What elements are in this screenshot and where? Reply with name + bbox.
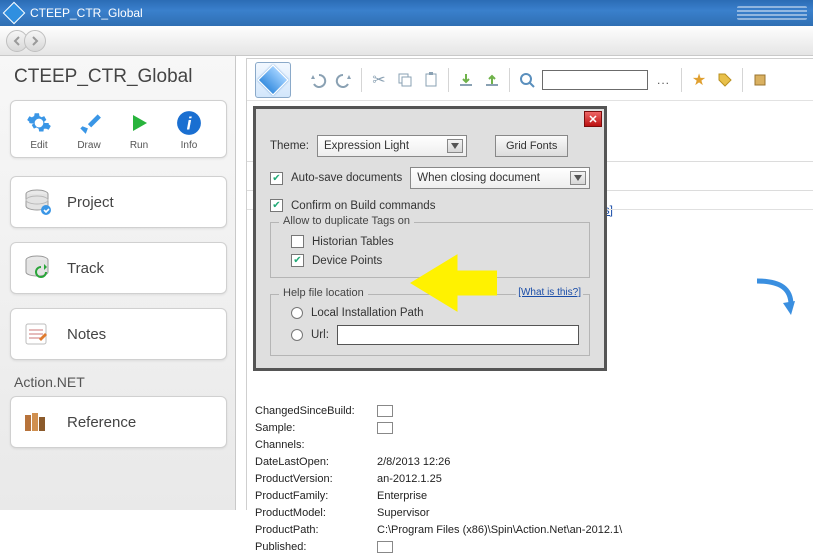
historian-tables-label: Historian Tables <box>312 236 394 248</box>
notes-icon <box>21 319 53 349</box>
mode-run[interactable]: Run <box>117 109 161 151</box>
prop-key: DateLastOpen: <box>255 456 377 472</box>
theme-select[interactable]: Expression Light <box>317 135 467 157</box>
help-url-radio[interactable] <box>291 329 303 341</box>
theme-value: Expression Light <box>324 140 409 152</box>
books-icon <box>21 407 53 437</box>
confirm-build-checkbox[interactable] <box>270 199 283 212</box>
sidebar-item-reference[interactable]: Reference <box>10 396 227 448</box>
play-icon <box>125 109 153 137</box>
mode-label: Run <box>130 140 148 151</box>
chevron-down-icon <box>447 139 463 153</box>
mode-icon-group: Edit Draw Run i Info <box>10 100 227 158</box>
window-titlebar: CTEEP_CTR_Global <box>0 0 813 26</box>
copy-button[interactable] <box>394 69 416 91</box>
wizard-arrow-icon <box>751 277 795 319</box>
diamond-icon <box>257 64 288 95</box>
prop-value: 2/8/2013 12:26 <box>377 456 450 472</box>
brush-icon <box>75 109 103 137</box>
grid-fonts-button[interactable]: Grid Fonts <box>495 135 568 157</box>
tag-button[interactable] <box>714 69 736 91</box>
mode-draw[interactable]: Draw <box>67 109 111 151</box>
search-more-button[interactable]: ... <box>652 70 675 90</box>
close-button[interactable]: ✕ <box>584 111 602 127</box>
product-properties: ChangedSinceBuild: Sample: Channels: Dat… <box>255 405 809 558</box>
redo-button[interactable] <box>333 69 355 91</box>
chevron-down-icon <box>570 171 586 185</box>
search-input[interactable] <box>542 70 648 90</box>
prop-value: Supervisor <box>377 507 430 523</box>
prop-key: ProductModel: <box>255 507 377 523</box>
app-logo-icon <box>3 2 26 25</box>
main-area: CTEEP_CTR_Global Edit Draw Run <box>0 56 813 510</box>
export-button[interactable] <box>481 69 503 91</box>
autosave-label: Auto-save documents <box>291 172 402 184</box>
project-title: CTEEP_CTR_Global <box>14 66 227 88</box>
help-url-label: Url: <box>311 329 329 341</box>
sidebar-item-label: Notes <box>67 326 106 343</box>
mode-info[interactable]: i Info <box>167 109 211 151</box>
prop-key: ProductFamily: <box>255 490 377 506</box>
cut-button[interactable]: ✂ <box>368 69 390 91</box>
sidebar-item-notes[interactable]: Notes <box>10 308 227 360</box>
mode-edit[interactable]: Edit <box>17 109 61 151</box>
left-panel: CTEEP_CTR_Global Edit Draw Run <box>0 56 236 510</box>
what-is-this-link[interactable]: [What is this?] <box>516 287 583 298</box>
help-url-input[interactable] <box>337 325 579 345</box>
import-button[interactable] <box>455 69 477 91</box>
nav-forward-button[interactable] <box>24 30 46 52</box>
database-icon <box>21 187 53 217</box>
theme-label: Theme: <box>270 140 309 152</box>
device-points-label: Device Points <box>312 255 382 267</box>
gear-icon <box>25 109 53 137</box>
mode-label: Draw <box>77 140 100 151</box>
navigation-strip <box>0 26 813 56</box>
window-title: CTEEP_CTR_Global <box>30 6 143 20</box>
home-button[interactable] <box>255 62 291 98</box>
prop-key: Published: <box>255 541 377 557</box>
autosave-checkbox[interactable] <box>270 172 283 185</box>
sidebar-item-label: Reference <box>67 414 136 431</box>
titlebar-decoration <box>737 6 807 20</box>
prop-key: Sample: <box>255 422 377 438</box>
favorite-button[interactable]: ★ <box>688 69 710 91</box>
group-label: Help file location <box>279 287 368 299</box>
checkbox-disabled <box>377 405 393 417</box>
zoom-button[interactable] <box>516 69 538 91</box>
right-panel: ✂ ... <box>236 56 813 510</box>
confirm-build-label: Confirm on Build commands <box>291 200 435 212</box>
section-header: Action.NET <box>14 374 227 390</box>
autosave-mode-value: When closing document <box>417 172 540 184</box>
prop-key: Channels: <box>255 439 377 455</box>
sidebar-item-project[interactable]: Project <box>10 176 227 228</box>
database-refresh-icon <box>21 253 53 283</box>
help-local-radio[interactable] <box>291 307 303 319</box>
highlight-arrow-icon <box>407 251 497 315</box>
prop-value: C:\Program Files (x86)\Spin\Action.Net\a… <box>377 524 622 540</box>
device-points-checkbox[interactable] <box>291 254 304 267</box>
close-icon: ✕ <box>588 113 597 126</box>
mode-label: Info <box>181 140 198 151</box>
mode-label: Edit <box>30 140 47 151</box>
checkbox-disabled <box>377 422 393 434</box>
prop-key: ProductVersion: <box>255 473 377 489</box>
sidebar-item-label: Project <box>67 194 114 211</box>
undo-button[interactable] <box>307 69 329 91</box>
settings-button[interactable] <box>749 69 771 91</box>
group-label: Allow to duplicate Tags on <box>279 215 414 227</box>
autosave-mode-select[interactable]: When closing document <box>410 167 590 189</box>
prop-value: Enterprise <box>377 490 427 506</box>
main-toolbar: ✂ ... <box>247 59 813 101</box>
prop-key: ProductPath: <box>255 524 377 540</box>
sidebar-item-track[interactable]: Track <box>10 242 227 294</box>
paste-button[interactable] <box>420 69 442 91</box>
sidebar-item-label: Track <box>67 260 104 277</box>
historian-tables-checkbox[interactable] <box>291 235 304 248</box>
info-icon: i <box>175 109 203 137</box>
checkbox-disabled <box>377 541 393 553</box>
prop-value: an-2012.1.25 <box>377 473 442 489</box>
preferences-dialog: ✕ Theme: Expression Light Grid F <box>253 106 607 371</box>
prop-key: ChangedSinceBuild: <box>255 405 377 421</box>
